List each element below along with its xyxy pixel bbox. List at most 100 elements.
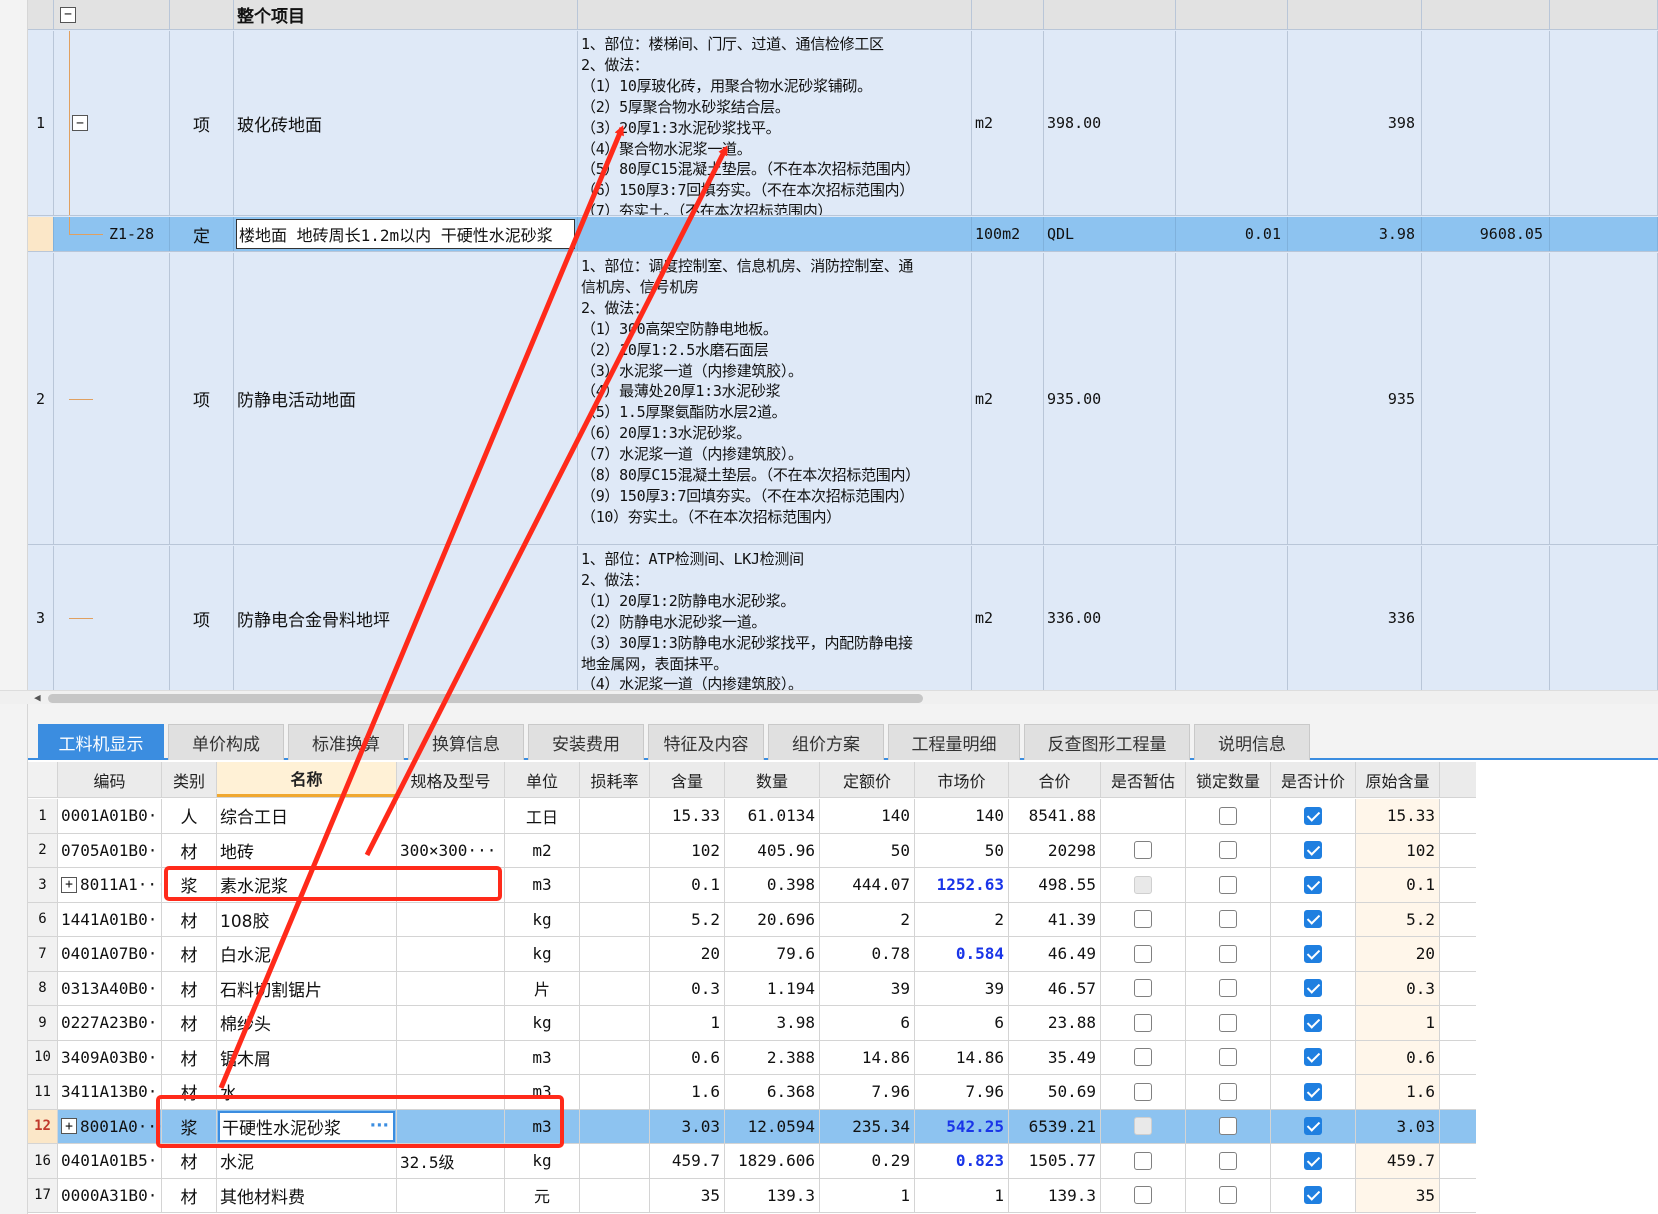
quantity-expr[interactable]: 336.00 (1044, 546, 1176, 690)
item-description[interactable]: 1、部位：调度控制室、信息机房、消防控制室、通 信机房、信号机房 2、做法： （… (578, 253, 972, 544)
checkbox-checked-icon[interactable] (1304, 1082, 1322, 1101)
checkbox-icon[interactable] (1219, 875, 1237, 894)
checkbox-icon[interactable] (1134, 1151, 1152, 1170)
priced-checkbox[interactable] (1271, 799, 1356, 833)
column-header[interactable]: 定额价 (820, 762, 915, 797)
original-content-cell[interactable]: 20 (1356, 937, 1440, 971)
name-cell[interactable]: 其他材料费 (217, 1178, 397, 1212)
content-cell[interactable]: 3.03 (650, 1109, 725, 1143)
unit-cell[interactable]: m3 (505, 1040, 580, 1074)
quantity-expr[interactable]: 935.00 (1044, 253, 1176, 544)
loss-rate-cell[interactable] (580, 971, 650, 1005)
category-cell[interactable]: 材 (162, 1040, 217, 1074)
quantity-expr[interactable]: 398.00 (1044, 31, 1176, 215)
content-cell[interactable]: 5.2 (650, 902, 725, 936)
loss-rate-cell[interactable] (580, 1075, 650, 1109)
checkbox-checked-icon[interactable] (1304, 806, 1322, 825)
spec-cell[interactable]: 32.5级 (397, 1144, 505, 1178)
original-content-cell[interactable]: 15.33 (1356, 799, 1440, 833)
checkbox-checked-icon[interactable] (1304, 1048, 1322, 1067)
column-header[interactable] (28, 762, 58, 797)
quantity-cell[interactable]: 79.6 (725, 937, 820, 971)
total-price-cell[interactable]: 50.69 (1009, 1075, 1101, 1109)
loss-rate-cell[interactable] (580, 799, 650, 833)
code-cell[interactable]: 3411A13B0··· (58, 1075, 162, 1109)
lock-qty-checkbox[interactable] (1186, 1144, 1271, 1178)
category-cell[interactable]: 材 (162, 902, 217, 936)
checkbox-icon[interactable] (1219, 1013, 1237, 1032)
column-header[interactable]: 编码 (58, 762, 162, 797)
name-cell[interactable]: 水泥 (217, 1144, 397, 1178)
lock-qty-checkbox[interactable] (1186, 1040, 1271, 1074)
total-price-cell[interactable]: 20298 (1009, 833, 1101, 867)
resource-row[interactable]: 160401A01B5···材水泥32.5级kg459.71829.6060.2… (28, 1144, 1476, 1179)
provisional-checkbox[interactable] (1101, 937, 1186, 971)
content-cell[interactable]: 1.6 (650, 1075, 725, 1109)
provisional-checkbox[interactable] (1101, 971, 1186, 1005)
checkbox-icon[interactable] (1134, 910, 1152, 929)
loss-rate-cell[interactable] (580, 833, 650, 867)
provisional-checkbox[interactable] (1101, 799, 1186, 833)
quota-price-cell[interactable]: 2 (820, 902, 915, 936)
original-content-cell[interactable]: 0.6 (1356, 1040, 1440, 1074)
column-header[interactable]: 名称 (217, 762, 397, 797)
quantity-expr[interactable]: QDL (1044, 217, 1176, 251)
quota-price-cell[interactable]: 140 (820, 799, 915, 833)
code-cell[interactable]: 0401A07B0··· (58, 937, 162, 971)
checkbox-checked-icon[interactable] (1304, 875, 1322, 894)
lock-qty-checkbox[interactable] (1186, 799, 1271, 833)
total-price-cell[interactable]: 139.3 (1009, 1178, 1101, 1212)
column-header[interactable]: 市场价 (915, 762, 1009, 797)
quota-price-cell[interactable]: 0.78 (820, 937, 915, 971)
priced-checkbox[interactable] (1271, 1075, 1356, 1109)
column-header[interactable]: 损耗率 (580, 762, 650, 797)
more-options-icon[interactable]: ··· (370, 1116, 389, 1136)
lock-qty-checkbox[interactable] (1186, 833, 1271, 867)
tab-features-content[interactable]: 特征及内容 (648, 724, 764, 760)
spec-cell[interactable] (397, 1178, 505, 1212)
market-price-cell[interactable]: 50 (915, 833, 1009, 867)
quantity-cell[interactable]: 1829.606 (725, 1144, 820, 1178)
loss-rate-cell[interactable] (580, 1109, 650, 1143)
checkbox-icon[interactable] (1219, 841, 1237, 860)
spec-cell[interactable] (397, 1006, 505, 1040)
total-price-cell[interactable]: 46.57 (1009, 971, 1101, 1005)
checkbox-icon[interactable] (1134, 979, 1152, 998)
quantity-cell[interactable]: 405.96 (725, 833, 820, 867)
original-content-cell[interactable]: 1.6 (1356, 1075, 1440, 1109)
loss-rate-cell[interactable] (580, 1178, 650, 1212)
market-price-cell[interactable]: 0.823 (915, 1144, 1009, 1178)
content-cell[interactable]: 0.3 (650, 971, 725, 1005)
tab-quantity-details[interactable]: 工程量明细 (888, 724, 1020, 760)
quota-price-cell[interactable]: 1 (820, 1178, 915, 1212)
tab-pricing-scheme[interactable]: 组价方案 (768, 724, 884, 760)
bill-item-row[interactable]: 1 − 项 玻化砖地面 1、部位：楼梯间、门厅、过道、通信检修工区 2、做法： … (28, 31, 1658, 216)
original-content-cell[interactable]: 102 (1356, 833, 1440, 867)
total-price-cell[interactable]: 23.88 (1009, 1006, 1101, 1040)
content-cell[interactable]: 0.6 (650, 1040, 725, 1074)
spec-cell[interactable] (397, 1075, 505, 1109)
checkbox-icon[interactable] (1219, 944, 1237, 963)
checkbox-checked-icon[interactable] (1304, 979, 1322, 998)
unit-cell[interactable]: m2 (505, 833, 580, 867)
checkbox-icon[interactable] (1219, 910, 1237, 929)
total-price-cell[interactable]: 46.49 (1009, 937, 1101, 971)
category-cell[interactable]: 材 (162, 971, 217, 1005)
spec-cell[interactable]: 300×300··· (397, 833, 505, 867)
total-price-cell[interactable]: 8541.88 (1009, 799, 1101, 833)
column-header[interactable]: 是否计价 (1271, 762, 1356, 797)
loss-rate-cell[interactable] (580, 1040, 650, 1074)
quantity-cell[interactable]: 6.368 (725, 1075, 820, 1109)
unit-cell[interactable]: 元 (505, 1178, 580, 1212)
column-header[interactable]: 锁定数量 (1186, 762, 1271, 797)
priced-checkbox[interactable] (1271, 937, 1356, 971)
quota-price-cell[interactable]: 235.34 (820, 1109, 915, 1143)
name-edit-input[interactable]: 干硬性水泥砂浆 ··· (218, 1110, 395, 1142)
unit-cell[interactable]: kg (505, 902, 580, 936)
unit-cell[interactable]: kg (505, 1144, 580, 1178)
content-cell[interactable]: 459.7 (650, 1144, 725, 1178)
column-header[interactable]: 原始含量 (1356, 762, 1440, 797)
content-cell[interactable]: 15.33 (650, 799, 725, 833)
priced-checkbox[interactable] (1271, 902, 1356, 936)
code-cell[interactable]: 0001A01B0··· (58, 799, 162, 833)
